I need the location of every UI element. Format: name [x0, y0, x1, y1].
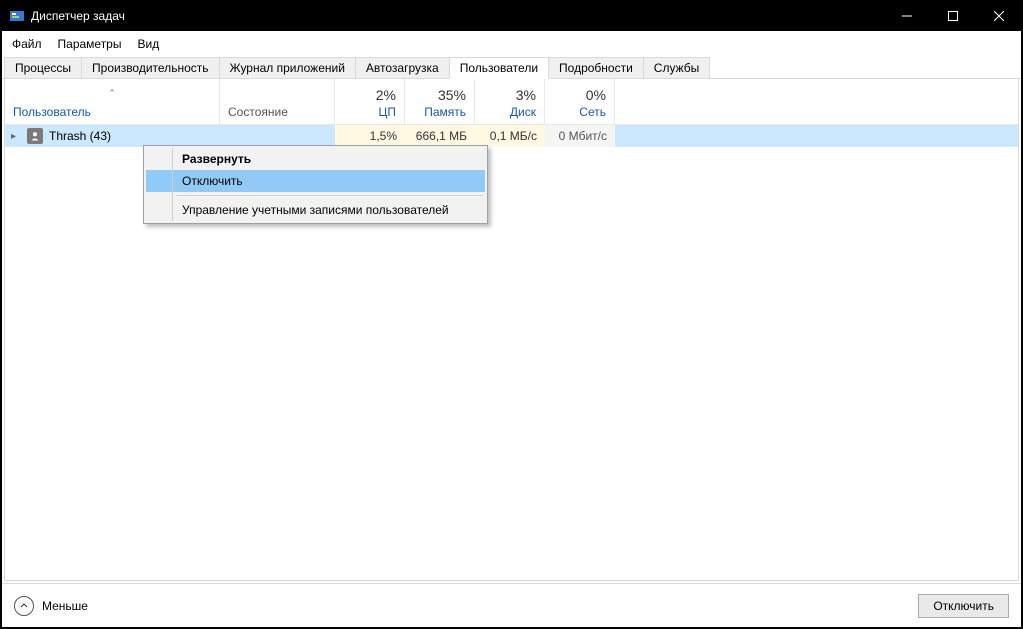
close-button[interactable]: [976, 1, 1022, 31]
footer: Меньше Отключить: [2, 583, 1021, 627]
cell-cpu: 1,5%: [335, 125, 405, 147]
col-memory[interactable]: 35% Память: [405, 79, 475, 124]
user-name: Thrash (43): [49, 129, 111, 143]
cell-memory: 666,1 МБ: [405, 125, 475, 147]
disconnect-button[interactable]: Отключить: [918, 594, 1009, 618]
context-menu-separator: [176, 195, 483, 196]
tab-users[interactable]: Пользователи: [449, 57, 549, 79]
tab-processes[interactable]: Процессы: [4, 57, 82, 78]
menu-file[interactable]: Файл: [12, 37, 42, 51]
tab-app-history[interactable]: Журнал приложений: [219, 57, 356, 78]
cell-disk: 0,1 МБ/с: [475, 125, 545, 147]
cm-manage-accounts[interactable]: Управление учетными записями пользовател…: [146, 199, 485, 221]
fewer-details-button[interactable]: Меньше: [14, 596, 88, 616]
expand-arrow-icon[interactable]: ▸: [11, 131, 21, 142]
menu-options[interactable]: Параметры: [58, 37, 122, 51]
col-cpu[interactable]: 2% ЦП: [335, 79, 405, 124]
fewer-details-label: Меньше: [42, 599, 88, 613]
tab-startup[interactable]: Автозагрузка: [355, 57, 450, 78]
titlebar[interactable]: Диспетчер задач: [1, 1, 1022, 31]
tab-performance[interactable]: Производительность: [81, 57, 219, 78]
menu-view[interactable]: Вид: [137, 37, 159, 51]
client-area: Файл Параметры Вид Процессы Производител…: [2, 31, 1021, 627]
sort-indicator-icon: ⌃: [108, 88, 116, 99]
context-menu-gutter: [172, 148, 173, 221]
users-panel: ⌃ Пользователь Состояние 2% ЦП 35% Памят…: [4, 79, 1019, 581]
tab-services[interactable]: Службы: [643, 57, 710, 78]
context-menu: Развернуть Отключить Управление учетными…: [143, 145, 488, 224]
cell-state: [220, 125, 335, 147]
table-header: ⌃ Пользователь Состояние 2% ЦП 35% Памят…: [5, 79, 1018, 125]
col-network[interactable]: 0% Сеть: [545, 79, 615, 124]
user-avatar-icon: [27, 128, 43, 144]
chevron-up-icon: [14, 596, 34, 616]
col-state[interactable]: Состояние: [220, 79, 335, 124]
cell-network: 0 Мбит/с: [545, 125, 615, 147]
tabbar: Процессы Производительность Журнал прило…: [2, 56, 1021, 79]
cm-disconnect[interactable]: Отключить: [146, 170, 485, 192]
app-icon: [9, 8, 25, 24]
tab-details[interactable]: Подробности: [548, 57, 644, 78]
col-disk[interactable]: 3% Диск: [475, 79, 545, 124]
maximize-button[interactable]: [930, 1, 976, 31]
user-row[interactable]: ▸ Thrash (43) 1,5% 666,1 МБ 0,1 МБ/с 0 М…: [5, 125, 1018, 147]
col-user[interactable]: ⌃ Пользователь: [5, 79, 220, 124]
window-title: Диспетчер задач: [31, 9, 884, 23]
minimize-button[interactable]: [884, 1, 930, 31]
menubar: Файл Параметры Вид: [2, 31, 1021, 56]
task-manager-window: Диспетчер задач Файл Параметры Вид Проце…: [0, 0, 1023, 629]
cm-expand[interactable]: Развернуть: [146, 148, 485, 170]
